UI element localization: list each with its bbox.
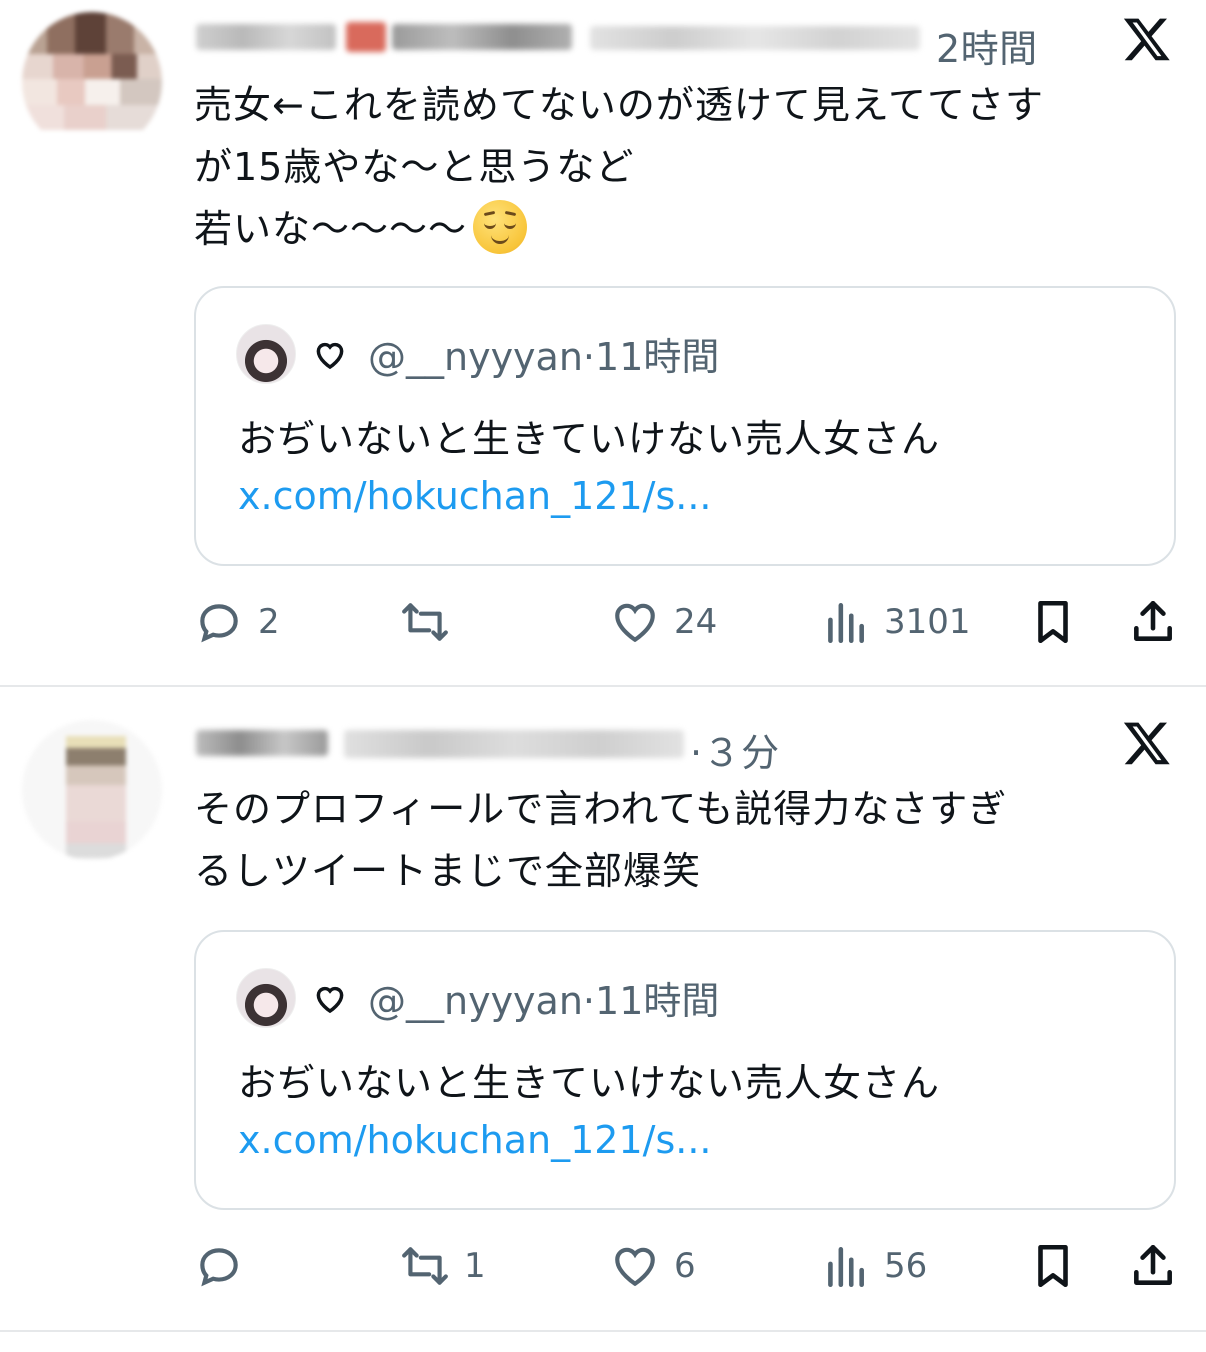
views-count: 3101 [884,602,971,642]
tweet-text-line: るしツイートまじで全部爆笑 [194,849,702,893]
timestamp[interactable]: 2時間 [936,18,1038,73]
quoted-text: おぢいないと生きていけない売人女さん [238,1061,941,1105]
tweet-text: そのプロフィールで言われても説得力なさすぎ るしツイートまじで全部爆笑 [194,778,1007,902]
action-bar: 2 24 3101 [194,592,1184,652]
bookmark-button[interactable] [1028,592,1078,652]
reply-button[interactable]: 2 [194,592,280,652]
like-icon [615,603,655,643]
quoted-avatar[interactable] [236,968,296,1028]
quoted-tweet-card[interactable]: @__nyyyan·11時間 おぢいないと生きていけない売人女さん x.com/… [194,930,1176,1210]
views-icon [828,1247,864,1288]
quoted-avatar[interactable] [236,324,296,384]
share-icon [1134,600,1172,641]
quoted-handle[interactable]: @__nyyyan·11時間 [368,970,719,1025]
retweet-button[interactable]: 1 [400,1236,486,1296]
reply-count: 2 [258,602,280,642]
reply-icon [200,1248,238,1287]
bookmark-button[interactable] [1028,1236,1078,1296]
bookmark-icon [1038,1244,1068,1288]
quoted-text: おぢいないと生きていけない売人女さん [238,417,941,461]
tweet-text: 売女←これを読めてないのが透けて見えててさす が15歳やな〜と思うなど 若いな〜… [194,74,1044,260]
tweet-text-line: そのプロフィールで言われても説得力なさすぎ [194,787,1008,831]
reply-button[interactable] [194,1236,258,1296]
quoted-handle[interactable]: @__nyyyan·11時間 [368,326,719,381]
retweet-icon [402,1247,448,1285]
like-icon [615,1247,655,1287]
bookmark-icon [1038,600,1068,644]
x-logo-icon [1123,722,1170,765]
like-count: 6 [674,1246,696,1286]
divider [0,1330,1206,1332]
retweet-button[interactable] [400,592,464,652]
views-button[interactable]: 56 [820,1236,927,1296]
share-icon [1134,1244,1172,1285]
like-button[interactable]: 6 [610,1236,696,1296]
quoted-tweet-card[interactable]: @__nyyyan·11時間 おぢいないと生きていけない売人女さん x.com/… [194,286,1176,566]
tweet-text-line: が15歳やな〜と思うなど [194,145,635,189]
action-bar: 1 6 56 [194,1236,1184,1296]
reply-icon [200,604,238,643]
retweet-count: 1 [464,1246,486,1286]
heart-outline-icon [316,342,344,370]
share-button[interactable] [1128,1236,1178,1296]
heart-outline-icon [316,986,344,1014]
tweet-text-line: 若いな〜〜〜〜 [194,198,1044,260]
views-icon [828,603,864,644]
avatar[interactable] [22,12,162,152]
share-button[interactable] [1128,592,1178,652]
tweet-text-line: 売女←これを読めてないのが透けて見えててさす [194,83,1044,127]
tweet[interactable]: 2時間 売女←これを読めてないのが透けて見えててさす が15歳やな〜と思うなど … [0,0,1206,686]
relieved-face-emoji [473,200,528,254]
views-button[interactable]: 3101 [820,592,971,652]
retweet-icon [402,603,448,641]
like-count: 24 [674,602,718,642]
like-button[interactable]: 24 [610,592,717,652]
x-logo-icon [1123,18,1170,61]
timestamp[interactable]: ·３分 [690,722,780,777]
quoted-link[interactable]: x.com/hokuchan_121/s... [238,1118,712,1162]
quoted-link[interactable]: x.com/hokuchan_121/s... [238,474,712,518]
views-count: 56 [884,1246,928,1286]
avatar[interactable] [22,720,162,860]
